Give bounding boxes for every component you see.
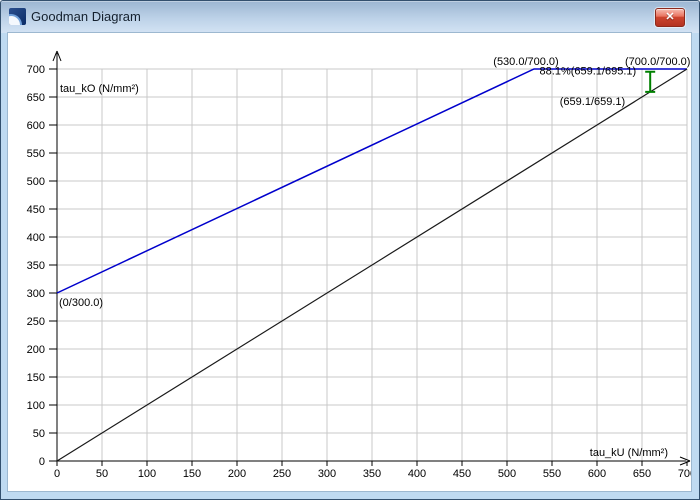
x-tick-label: 450	[453, 468, 471, 480]
y-tick-label: 350	[27, 260, 45, 272]
chart-annotation: (659.1/659.1)	[560, 96, 625, 108]
y-tick-label: 300	[27, 288, 45, 300]
x-tick-label: 350	[363, 468, 381, 480]
x-tick-label: 100	[138, 468, 156, 480]
y-tick-label: 100	[27, 400, 45, 412]
app-logo-icon	[9, 8, 26, 25]
x-tick-label: 300	[318, 468, 336, 480]
y-tick-label: 400	[27, 232, 45, 244]
y-tick-label: 450	[27, 204, 45, 216]
chart-annotation: (0/300.0)	[59, 297, 103, 309]
x-tick-label: 250	[273, 468, 291, 480]
y-axis-arrow	[53, 51, 57, 61]
goodman-chart: 0501001502002503003504004505005506006507…	[8, 33, 691, 491]
chart-canvas: 0501001502002503003504004505005506006507…	[8, 33, 691, 491]
y-tick-label: 150	[27, 372, 45, 384]
x-tick-label: 400	[408, 468, 426, 480]
goodman-diagram-window: Goodman Diagram ✕ 0 50 100 150 200 250 300 350 4…	[0, 0, 700, 500]
y-tick-label: 200	[27, 344, 45, 356]
y-tick-label: 700	[27, 64, 45, 76]
y-tick-label: 0	[39, 456, 45, 468]
y-tick-label: 550	[27, 148, 45, 160]
x-tick-label: 150	[183, 468, 201, 480]
x-tick-label: 0	[54, 468, 60, 480]
close-icon: ✕	[656, 9, 684, 26]
x-tick-label: 550	[543, 468, 561, 480]
x-tick-label: 700	[678, 468, 691, 480]
y-axis-title: tau_kO (N/mm²)	[60, 83, 139, 95]
y-axis-arrow	[57, 51, 61, 61]
stroke-marker	[645, 72, 655, 92]
y-tick-label: 50	[33, 428, 45, 440]
chart-annotation: (700.0/700.0)	[625, 56, 690, 68]
y-tick-label: 600	[27, 120, 45, 132]
x-axis-title: tau_kU (N/mm²)	[590, 447, 668, 459]
x-tick-label: 50	[96, 468, 108, 480]
x-axis-arrow	[680, 461, 690, 465]
x-tick-label: 600	[588, 468, 606, 480]
x-axis-arrow	[680, 457, 690, 461]
y-tick-label: 650	[27, 92, 45, 104]
y-tick-label: 250	[27, 316, 45, 328]
chart-annotation: 88.1%(659.1/695.1)	[540, 66, 637, 78]
x-tick-label: 650	[633, 468, 651, 480]
close-button[interactable]: ✕	[655, 8, 685, 27]
title-bar[interactable]: Goodman Diagram ✕	[1, 1, 699, 33]
window-title: Goodman Diagram	[31, 9, 141, 24]
x-tick-label: 500	[498, 468, 516, 480]
x-tick-label: 200	[228, 468, 246, 480]
y-tick-label: 500	[27, 176, 45, 188]
